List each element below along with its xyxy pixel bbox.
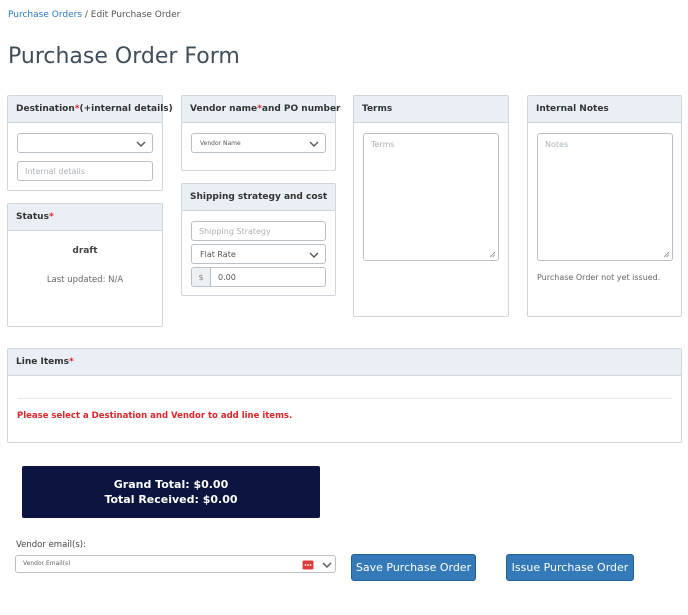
shipping-label: Shipping strategy and cost	[190, 192, 328, 202]
status-last-updated: Last updated: N/A	[46, 275, 124, 285]
total-received: Total Received: $0.00	[104, 493, 238, 506]
breadcrumb-link-purchase-orders[interactable]: Purchase Orders	[8, 10, 82, 20]
shipping-strategy-placeholder: Shipping Strategy	[199, 226, 271, 236]
chevron-down-icon	[309, 141, 319, 147]
resize-grip-icon[interactable]	[489, 251, 496, 258]
vendor-email-placeholder: Vendor Email(s)	[23, 560, 71, 567]
line-items-panel: Line Items * Please select a Destination …	[7, 348, 682, 443]
vendor-panel: Vendor name * and PO number Vendor Name	[181, 95, 341, 171]
status-panel: Status * draft Last updated: N/A	[7, 203, 163, 327]
breadcrumb-current: Edit Purchase Order	[90, 10, 181, 20]
internal-notes-textarea[interactable]: Notes	[537, 133, 673, 261]
line-items-divider	[17, 398, 672, 399]
vendor-header: Vendor name * and PO number	[182, 96, 341, 123]
resize-grip-icon[interactable]	[663, 251, 670, 258]
notes-placeholder: Notes	[545, 140, 569, 149]
terms-panel: Terms Terms	[353, 95, 509, 317]
destination-panel: Destination * (+internal details) Intern…	[7, 95, 173, 191]
chevron-down-icon	[136, 141, 146, 147]
shipping-cost-input[interactable]: 0.00	[211, 268, 325, 286]
internal-notes-header: Internal Notes	[528, 96, 681, 123]
chevron-down-icon	[309, 252, 319, 258]
currency-addon: $	[192, 268, 211, 286]
terms-header: Terms	[354, 96, 508, 123]
destination-select[interactable]	[17, 133, 153, 153]
issue-purchase-order-button[interactable]: Issue Purchase Order	[506, 554, 634, 581]
line-items-header: Line Items *	[8, 349, 681, 376]
destination-header: Destination * (+internal details)	[8, 96, 173, 123]
destination-suffix: (+internal details)	[79, 104, 173, 114]
grand-total: Grand Total: $0.00	[113, 478, 229, 491]
vendor-email-select[interactable]: Vendor Email(s)	[15, 555, 336, 573]
shipping-cost-group: $ 0.00	[191, 267, 326, 287]
shipping-panel: Shipping strategy and cost Shipping Stra…	[181, 183, 336, 296]
shipping-header: Shipping strategy and cost	[182, 184, 335, 211]
vendor-select-value: Vendor Name	[200, 139, 241, 147]
terms-label: Terms	[362, 104, 393, 114]
internal-notes-panel: Internal Notes Notes Purchase Order not …	[527, 95, 682, 317]
required-mark: *	[68, 357, 74, 367]
vendor-email-label: Vendor email(s):	[16, 540, 86, 550]
totals-box: Grand Total: $0.00 Total Received: $0.00	[22, 466, 320, 518]
breadcrumb: Purchase Orders / Edit Purchase Order	[8, 10, 180, 20]
internal-details-input[interactable]: Internal details	[17, 161, 153, 181]
breadcrumb-separator: /	[82, 10, 91, 20]
vendor-label-suffix: and PO number	[261, 104, 341, 114]
status-value: draft	[72, 246, 98, 256]
page-title: Purchase Order Form	[8, 44, 240, 69]
autofill-card-icon[interactable]	[302, 560, 314, 570]
destination-label: Destination	[16, 104, 75, 114]
internal-details-placeholder: Internal details	[25, 166, 86, 176]
terms-textarea[interactable]: Terms	[363, 133, 499, 261]
shipping-method-value: Flat Rate	[200, 249, 236, 259]
po-issue-status: Purchase Order not yet issued.	[537, 273, 661, 282]
vendor-label: Vendor name	[190, 104, 258, 114]
internal-notes-label: Internal Notes	[536, 104, 609, 114]
chevron-down-icon	[322, 562, 332, 568]
save-purchase-order-button[interactable]: Save Purchase Order	[351, 554, 476, 581]
vendor-select[interactable]: Vendor Name	[191, 133, 326, 153]
line-items-warning: Please select a Destination and Vendor t…	[17, 411, 293, 421]
status-label: Status	[16, 212, 49, 222]
line-items-label: Line Items	[16, 357, 69, 367]
required-mark: *	[48, 212, 54, 222]
status-header: Status *	[8, 204, 162, 231]
shipping-method-select[interactable]: Flat Rate	[191, 244, 326, 264]
terms-placeholder: Terms	[371, 140, 395, 149]
shipping-strategy-input[interactable]: Shipping Strategy	[191, 221, 326, 241]
